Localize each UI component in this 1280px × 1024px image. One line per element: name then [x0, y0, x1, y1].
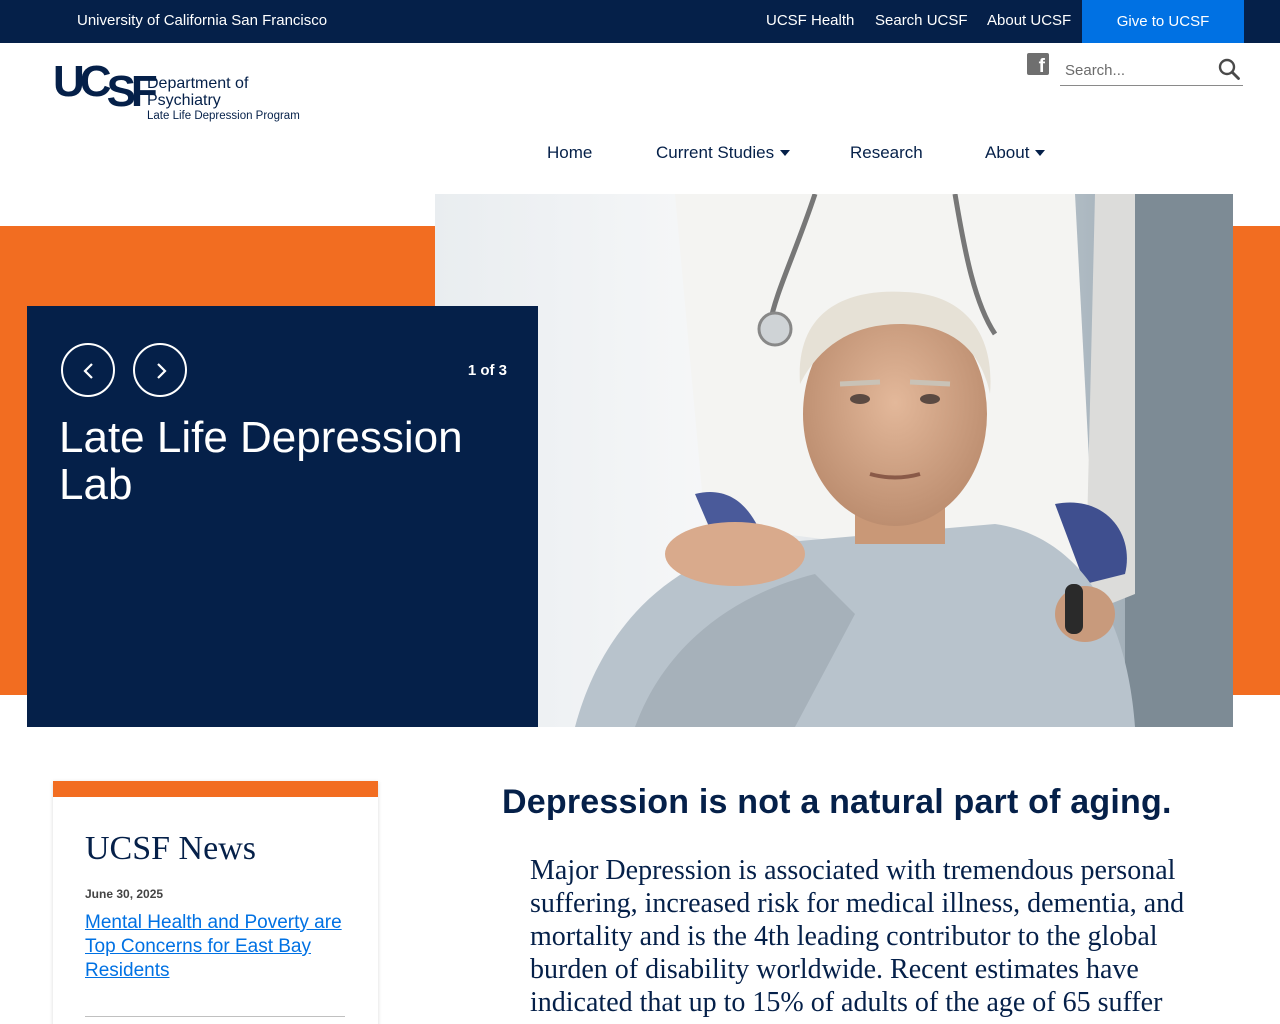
- main-headline: Depression is not a natural part of agin…: [502, 783, 1172, 821]
- nav-home[interactable]: Home: [547, 143, 592, 163]
- nav-research[interactable]: Research: [850, 143, 923, 163]
- hero-caption-panel: 1 of 3 Late Life Depression Lab: [27, 306, 538, 727]
- give-to-ucsf-button[interactable]: Give to UCSF: [1082, 0, 1244, 43]
- hero-title: Late Life Depression Lab: [59, 413, 463, 509]
- ucsf-health-link[interactable]: UCSF Health: [766, 12, 854, 29]
- slide-next-button[interactable]: [133, 343, 187, 397]
- nav-about[interactable]: About: [985, 143, 1046, 163]
- slide-prev-button[interactable]: [61, 343, 115, 397]
- caret-down-icon: [1035, 149, 1046, 156]
- news-card: UCSF News June 30, 2025 Mental Health an…: [53, 781, 378, 1024]
- about-ucsf-link[interactable]: About UCSF: [987, 12, 1071, 29]
- slide-counter: 1 of 3: [467, 362, 507, 379]
- search-input[interactable]: [1060, 57, 1210, 83]
- hero-image: [435, 194, 1233, 727]
- chevron-left-icon: [83, 363, 93, 379]
- facebook-icon[interactable]: f: [1027, 53, 1049, 76]
- utility-bar: University of California San Francisco U…: [0, 0, 1280, 43]
- chevron-right-icon: [157, 363, 167, 379]
- search-box: [1060, 55, 1243, 86]
- news-article-link[interactable]: Mental Health and Poverty are Top Concer…: [85, 911, 365, 983]
- news-date: June 30, 2025: [85, 887, 164, 901]
- program-name: Late Life Depression Program: [147, 110, 300, 122]
- main-nav: Home Current Studies Research About: [0, 143, 1280, 167]
- nav-current-studies[interactable]: Current Studies: [656, 143, 791, 163]
- search-ucsf-link[interactable]: Search UCSF: [875, 12, 968, 29]
- ucsf-logo-mark: UCSF: [53, 57, 158, 116]
- intro-paragraph: Major Depression is associated with trem…: [530, 855, 1185, 1018]
- university-link[interactable]: University of California San Francisco: [77, 12, 327, 29]
- department-name: Department of Psychiatry: [147, 75, 249, 109]
- caret-down-icon: [780, 149, 791, 156]
- news-heading: UCSF News: [85, 830, 256, 867]
- department-logo[interactable]: UCSF Department of Psychiatry Late Life D…: [53, 60, 323, 130]
- news-divider: [85, 1016, 345, 1017]
- search-icon[interactable]: [1217, 57, 1241, 81]
